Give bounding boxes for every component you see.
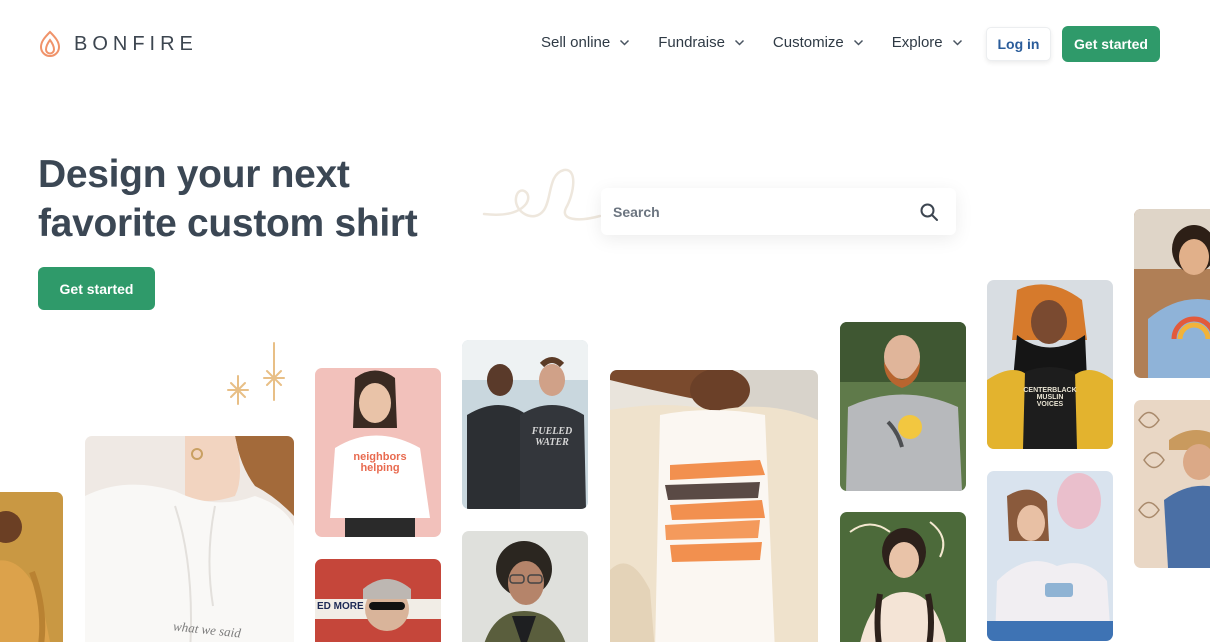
neighbors-shirt-text: neighbors helping xyxy=(353,451,407,474)
photo-image xyxy=(1134,209,1210,378)
product-photo-bearded-man[interactable] xyxy=(840,322,966,491)
photo-image xyxy=(610,370,818,642)
photo-image xyxy=(85,436,294,642)
photo-image xyxy=(987,471,1113,641)
product-photo-hoodie[interactable]: what we said xyxy=(85,436,294,642)
photo-image xyxy=(987,280,1113,449)
nav-explore[interactable]: Explore xyxy=(892,34,963,51)
search-input[interactable] xyxy=(613,203,919,220)
product-photo-mustard[interactable] xyxy=(0,492,63,642)
main-nav: Sell online Fundraise Customize Explore xyxy=(541,34,991,51)
search-bar[interactable] xyxy=(601,188,956,235)
nav-fundraise[interactable]: Fundraise xyxy=(658,34,745,51)
search-icon[interactable] xyxy=(919,202,939,222)
photo-image xyxy=(840,322,966,491)
chevron-down-icon xyxy=(734,39,744,46)
bonfire-logo[interactable]: BONFIRE xyxy=(38,29,198,59)
hero-title: Design your next favorite custom shirt xyxy=(38,150,458,248)
product-photo-sunglasses[interactable]: ED MORE xyxy=(315,559,441,642)
product-photo-fueled-water[interactable]: FUELED WATER xyxy=(462,340,588,509)
photo-image xyxy=(0,492,63,642)
product-photo-sweatshirt[interactable] xyxy=(987,471,1113,641)
chevron-down-icon xyxy=(620,39,630,46)
nav-customize-label: Customize xyxy=(772,34,844,51)
hero-title-line1: Design your next xyxy=(38,153,350,196)
header-get-started-button[interactable]: Get started xyxy=(1062,26,1160,62)
photo-image xyxy=(462,531,588,642)
flame-logo-icon xyxy=(39,30,61,57)
product-photo-boy[interactable] xyxy=(1134,209,1210,378)
login-button[interactable]: Log in xyxy=(986,27,1051,61)
photo-image xyxy=(1134,400,1210,568)
product-photo-neighbors[interactable]: neighbors helping xyxy=(315,368,441,537)
red-more-text: ED MORE xyxy=(317,601,364,612)
brand-name: BONFIRE xyxy=(74,32,198,55)
product-photo-hijab[interactable]: CENTERBLACK MUSLIN VOICES xyxy=(987,280,1113,449)
product-photo-glasses[interactable] xyxy=(462,531,588,642)
photo-image xyxy=(462,340,588,509)
hero-get-started-button[interactable]: Get started xyxy=(38,267,155,310)
nav-customize[interactable]: Customize xyxy=(773,34,864,51)
nav-sell-online[interactable]: Sell online xyxy=(541,34,630,51)
nav-sell-online-label: Sell online xyxy=(541,34,611,51)
sparkle-decoration-icon xyxy=(227,342,285,405)
site-header: BONFIRE Sell online Fundraise Customize … xyxy=(0,0,1210,88)
nav-explore-label: Explore xyxy=(891,34,943,51)
product-photo-sweater[interactable] xyxy=(840,512,966,642)
fueled-water-text: FUELED WATER xyxy=(531,426,573,448)
nav-fundraise-label: Fundraise xyxy=(658,34,725,51)
product-photo-featured[interactable] xyxy=(610,370,818,642)
chevron-down-icon xyxy=(853,39,863,46)
product-photo-hat[interactable] xyxy=(1134,400,1210,568)
decorative-squiggle-icon xyxy=(482,168,602,221)
chevron-down-icon xyxy=(952,39,962,46)
photo-image xyxy=(840,512,966,642)
centerblack-text: CENTERBLACK MUSLIN VOICES xyxy=(1023,387,1077,408)
hero-title-line2: favorite custom shirt xyxy=(38,202,418,245)
